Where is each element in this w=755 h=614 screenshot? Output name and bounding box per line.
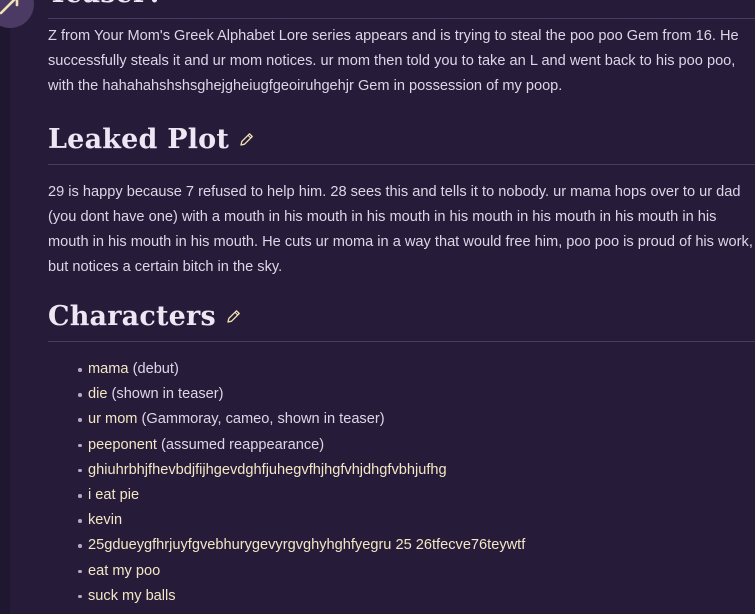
list-item: i eat pie — [78, 483, 755, 508]
list-item: ghiuhrbhjfhevbdjfijhgevdghfjuhegvfhjhgfv… — [78, 458, 755, 483]
character-note: (Gammoray, cameo, shown in teaser) — [137, 411, 385, 428]
pencil-edit-icon[interactable] — [239, 132, 254, 147]
character-link[interactable]: peeponent — [88, 437, 157, 453]
list-item: peeponent (assumed reappearance) — [78, 433, 755, 458]
pencil-edit-icon[interactable] — [226, 309, 241, 324]
article-content-area: Teaser? Z from Your Mom's Greek Alphabet… — [10, 0, 755, 614]
list-item: kevin — [78, 508, 755, 533]
character-list: mama (debut) die (shown in teaser) ur mom … — [48, 357, 755, 614]
list-item: die (shown in teaser) — [78, 382, 755, 407]
character-link[interactable]: ur mom — [88, 411, 137, 427]
character-link[interactable]: i eat pie — [88, 487, 139, 503]
character-note: (assumed reappearance) — [157, 436, 325, 453]
list-item: suck my balls — [78, 584, 755, 609]
character-link[interactable]: mama — [88, 361, 129, 377]
list-item: ur mom (Gammoray, cameo, shown in teaser… — [78, 407, 755, 432]
characters-heading-label: Characters — [48, 301, 216, 332]
heading-divider — [48, 164, 755, 166]
character-note: (debut) — [128, 361, 179, 378]
heading-divider — [48, 341, 755, 343]
pencil-edit-icon[interactable] — [174, 0, 189, 1]
list-item: 25gdueygfhrjuyfgvebhurygevyrgvghyhghfyeg… — [78, 533, 755, 558]
diagonal-arrow-icon — [0, 0, 19, 15]
teaser-heading-label: Teaser? — [48, 0, 164, 9]
character-link[interactable]: 25gdueygfhrjuyfgvebhurygevyrgvghyhghfyeg… — [88, 537, 525, 553]
heading-divider — [48, 18, 755, 20]
character-link[interactable]: suck my balls — [88, 588, 176, 604]
leaked-plot-heading-label: Leaked Plot — [48, 124, 230, 155]
section-title-characters: Characters — [48, 301, 755, 341]
list-item: my moma is sucking ur brothers balls — [78, 609, 755, 614]
page-title-teaser: Teaser? — [48, 0, 755, 18]
character-link[interactable]: die — [88, 386, 107, 402]
teaser-section: Z from Your Mom's Greek Alphabet Lore se… — [48, 24, 755, 99]
teaser-paragraph: Z from Your Mom's Greek Alphabet Lore se… — [48, 28, 739, 94]
leaked-plot-section: Leaked Plot 29 is happy because 7 refuse… — [48, 124, 755, 280]
character-note: (shown in teaser) — [107, 386, 224, 403]
section-title-leaked-plot: Leaked Plot — [48, 124, 755, 164]
wiki-page: Teaser? Z from Your Mom's Greek Alphabet… — [0, 0, 755, 614]
character-link[interactable]: kevin — [88, 512, 122, 528]
list-item: mama (debut) — [78, 357, 755, 382]
character-link[interactable]: ghiuhrbhjfhevbdjfijhgevdghfjuhegvfhjhgfv… — [88, 462, 447, 478]
leaked-plot-paragraph: 29 is happy because 7 refused to help hi… — [48, 184, 753, 276]
list-item: eat my poo — [78, 559, 755, 584]
characters-section: Characters mama (debut) die (shown in tea… — [48, 301, 755, 614]
character-link[interactable]: eat my poo — [88, 563, 160, 579]
